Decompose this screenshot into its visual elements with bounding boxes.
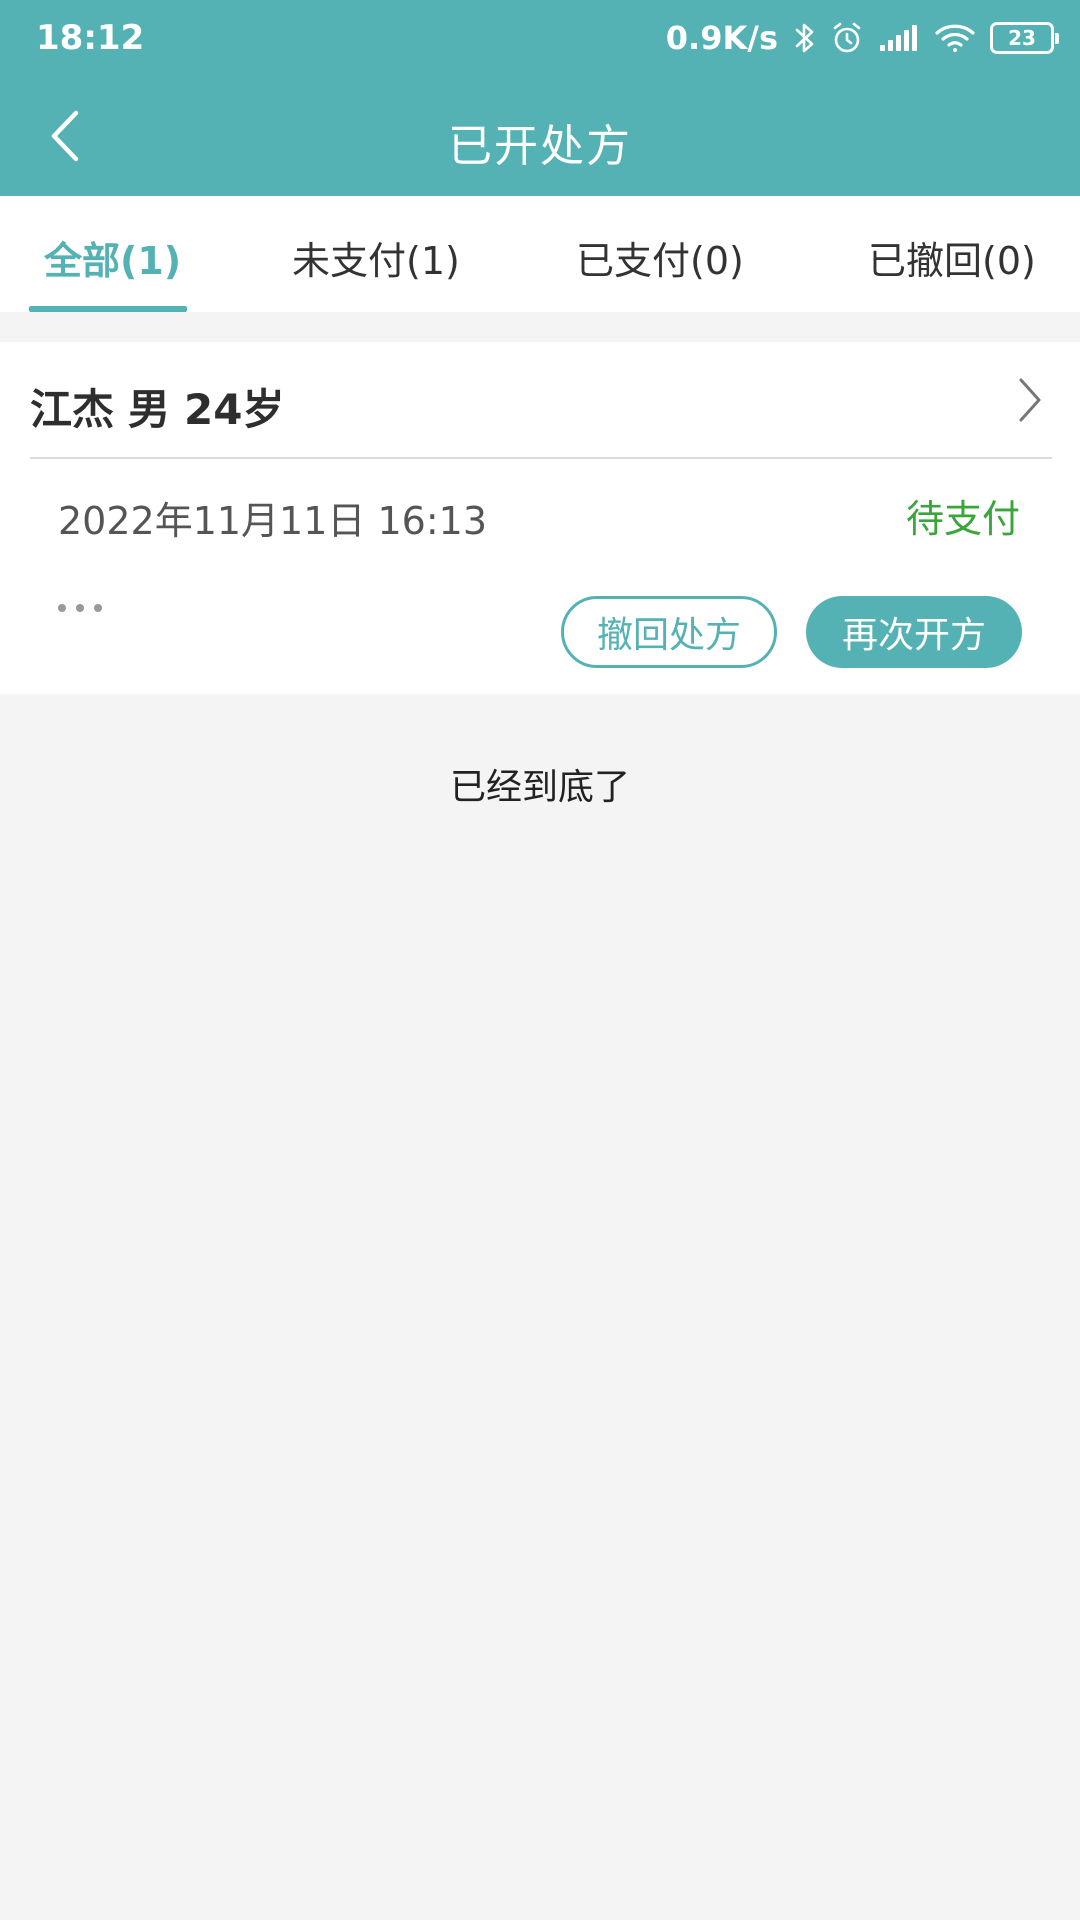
active-tab-indicator <box>29 306 187 312</box>
status-badge: 待支付 <box>905 497 1020 541</box>
more-options-icon[interactable] <box>58 604 102 612</box>
battery-icon: 23 <box>990 22 1059 54</box>
title-bar: 已开处方 <box>0 80 1080 196</box>
tab-all[interactable]: 全部(1) <box>44 230 181 285</box>
alarm-icon <box>830 21 864 55</box>
app-header: 18:12 0.9K/s 23 已开处方 <box>0 0 1080 196</box>
patient-gender: 男 <box>128 385 171 434</box>
chevron-right-icon <box>1018 378 1042 426</box>
network-speed: 0.9K/s <box>665 19 778 57</box>
status-icons: 0.9K/s 23 <box>665 16 1059 60</box>
filter-tabs: 全部(1) 未支付(1) 已支付(0) 已撤回(0) <box>0 196 1080 312</box>
wifi-icon <box>934 22 976 54</box>
tab-paid[interactable]: 已支付(0) <box>576 230 744 285</box>
list-end-text: 已经到底了 <box>449 767 630 808</box>
patient-info: 江杰男 24岁 <box>30 376 298 437</box>
status-time: 18:12 <box>36 18 145 58</box>
prescription-datetime: 2022年11月11日 16:13 <box>58 499 488 543</box>
battery-level: 23 <box>1008 26 1036 50</box>
divider <box>30 457 1052 459</box>
patient-row[interactable]: 江杰男 24岁 <box>0 342 1080 458</box>
tab-withdrawn[interactable]: 已撤回(0) <box>868 230 1036 285</box>
prescription-card: 江杰男 24岁 2022年11月11日 16:13 待支付 撤回处方 再次开方 <box>0 342 1080 694</box>
bluetooth-icon <box>794 21 816 55</box>
signal-icon <box>878 23 920 53</box>
status-bar: 18:12 0.9K/s 23 <box>0 0 1080 80</box>
tab-unpaid[interactable]: 未支付(1) <box>292 230 460 285</box>
withdraw-prescription-button[interactable]: 撤回处方 <box>561 596 777 668</box>
patient-age: 24岁 <box>184 385 285 434</box>
patient-name: 江杰 <box>30 385 115 434</box>
represcribe-button[interactable]: 再次开方 <box>806 596 1022 668</box>
page-title: 已开处方 <box>448 121 632 172</box>
